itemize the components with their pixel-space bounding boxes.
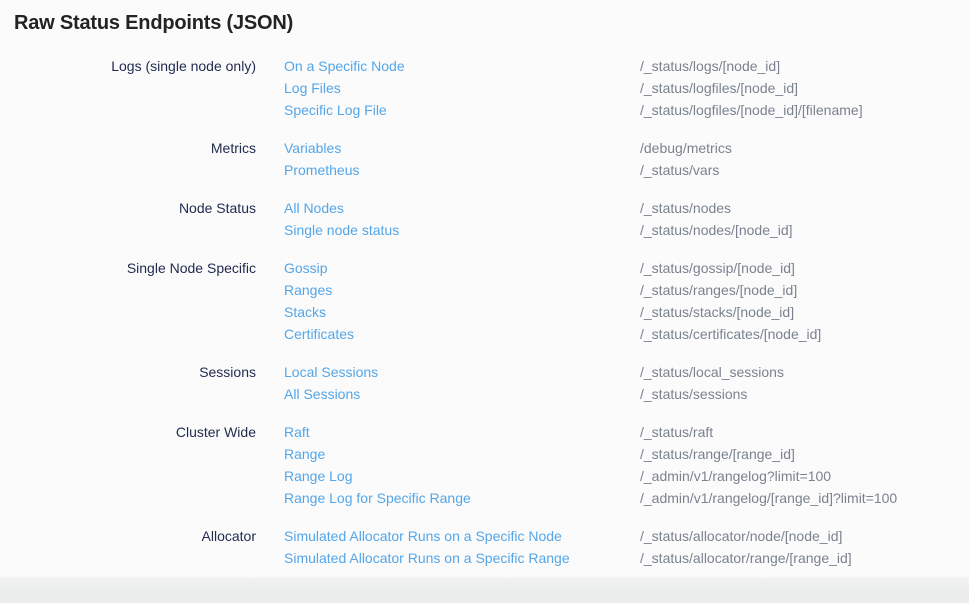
page-title: Raw Status Endpoints (JSON) bbox=[14, 12, 293, 35]
endpoint-path: /_admin/v1/rangelog?limit=100 bbox=[640, 465, 969, 487]
endpoint-link-row: Local Sessions bbox=[284, 361, 640, 383]
section-paths-column: /debug/metrics/_status/vars bbox=[640, 137, 969, 181]
section-paths-column: /_status/raft/_status/range/[range_id]/_… bbox=[640, 421, 969, 509]
section-paths-column: /_status/gossip/[node_id]/_status/ranges… bbox=[640, 257, 969, 345]
endpoint-link[interactable]: Prometheus bbox=[284, 162, 359, 178]
section-category-label: Node Status bbox=[0, 197, 256, 219]
section-links-column: Local Sessions All Sessions bbox=[284, 361, 640, 405]
endpoint-link[interactable]: Gossip bbox=[284, 260, 328, 276]
endpoint-link-row: Variables bbox=[284, 137, 640, 159]
endpoint-link-row: Range bbox=[284, 443, 640, 465]
endpoint-link[interactable]: All Nodes bbox=[284, 200, 344, 216]
endpoint-section: Metrics Variables Prometheus /debug/metri… bbox=[0, 137, 969, 181]
endpoint-path: /_status/allocator/range/[range_id] bbox=[640, 547, 969, 569]
endpoint-link[interactable]: Specific Log File bbox=[284, 102, 387, 118]
endpoint-path: /_admin/v1/rangelog/[range_id]?limit=100 bbox=[640, 487, 969, 509]
endpoint-link-row: Range Log bbox=[284, 465, 640, 487]
endpoint-path: /_status/stacks/[node_id] bbox=[640, 301, 969, 323]
endpoint-path: /_status/allocator/node/[node_id] bbox=[640, 525, 969, 547]
section-links-column: Variables Prometheus bbox=[284, 137, 640, 181]
footer-strip bbox=[0, 577, 969, 603]
endpoint-link-row: Simulated Allocator Runs on a Specific R… bbox=[284, 547, 640, 569]
endpoint-section: Allocator Simulated Allocator Runs on a … bbox=[0, 525, 969, 569]
endpoint-link[interactable]: Range Log for Specific Range bbox=[284, 490, 471, 506]
endpoint-link-row: Stacks bbox=[284, 301, 640, 323]
section-category-label: Allocator bbox=[0, 525, 256, 547]
endpoint-path: /_status/raft bbox=[640, 421, 969, 443]
endpoint-link-row: On a Specific Node bbox=[284, 55, 640, 77]
endpoint-link-row: Log Files bbox=[284, 77, 640, 99]
endpoint-path: /_status/sessions bbox=[640, 383, 969, 405]
section-category-label: Sessions bbox=[0, 361, 256, 383]
section-category-label: Logs (single node only) bbox=[0, 55, 256, 77]
endpoint-section: Node Status All NodesSingle node status … bbox=[0, 197, 969, 241]
endpoint-path: /_status/nodes/[node_id] bbox=[640, 219, 969, 241]
endpoint-link[interactable]: All Sessions bbox=[284, 386, 360, 402]
endpoint-link-row: Prometheus bbox=[284, 159, 640, 181]
endpoint-link[interactable]: Single node status bbox=[284, 222, 399, 238]
section-category-label: Single Node Specific bbox=[0, 257, 256, 279]
endpoint-section: Logs (single node only) On a Specific No… bbox=[0, 55, 969, 121]
page: Raw Status Endpoints (JSON) Logs (single… bbox=[0, 0, 969, 603]
section-links-column: All Nodes Single node status bbox=[284, 197, 640, 241]
section-links-column: Gossip Ranges Stacks Certificates bbox=[284, 257, 640, 345]
endpoints-table: Logs (single node only) On a Specific No… bbox=[0, 55, 969, 585]
endpoint-path: /_status/logs/[node_id] bbox=[640, 55, 969, 77]
endpoint-path: /_status/nodes bbox=[640, 197, 969, 219]
endpoint-link-row: Range Log for Specific Range bbox=[284, 487, 640, 509]
endpoint-link[interactable]: Variables bbox=[284, 140, 341, 156]
endpoint-path: /_status/range/[range_id] bbox=[640, 443, 969, 465]
endpoint-link-row: Specific Log File bbox=[284, 99, 640, 121]
endpoint-link-row: Gossip bbox=[284, 257, 640, 279]
section-paths-column: /_status/nodes/_status/nodes/[node_id] bbox=[640, 197, 969, 241]
section-links-column: On a Specific Node Log Files Specific Log … bbox=[284, 55, 640, 121]
endpoint-section: Single Node Specific Gossip Ranges Stacks C… bbox=[0, 257, 969, 345]
section-links-column: Simulated Allocator Runs on a Specific N… bbox=[284, 525, 640, 569]
endpoint-path: /_status/logfiles/[node_id] bbox=[640, 77, 969, 99]
endpoint-path: /_status/ranges/[node_id] bbox=[640, 279, 969, 301]
endpoint-link[interactable]: Ranges bbox=[284, 282, 332, 298]
endpoint-link[interactable]: Log Files bbox=[284, 80, 341, 96]
endpoint-link[interactable]: Simulated Allocator Runs on a Specific R… bbox=[284, 550, 570, 566]
endpoint-link[interactable]: Range Log bbox=[284, 468, 353, 484]
endpoint-link-row: Raft bbox=[284, 421, 640, 443]
endpoint-link[interactable]: Local Sessions bbox=[284, 364, 378, 380]
endpoint-path: /_status/local_sessions bbox=[640, 361, 969, 383]
endpoint-link[interactable]: Raft bbox=[284, 424, 310, 440]
endpoint-link[interactable]: Certificates bbox=[284, 326, 354, 342]
endpoint-link-row: Simulated Allocator Runs on a Specific N… bbox=[284, 525, 640, 547]
section-category-label: Cluster Wide bbox=[0, 421, 256, 443]
endpoint-path: /_status/gossip/[node_id] bbox=[640, 257, 969, 279]
section-paths-column: /_status/allocator/node/[node_id]/_statu… bbox=[640, 525, 969, 569]
endpoint-path: /_status/vars bbox=[640, 159, 969, 181]
endpoint-section: Cluster Wide Raft Range Range Log Range Log… bbox=[0, 421, 969, 509]
endpoint-link-row: Single node status bbox=[284, 219, 640, 241]
endpoint-link-row: All Sessions bbox=[284, 383, 640, 405]
section-links-column: Raft Range Range Log Range Log for Specific… bbox=[284, 421, 640, 509]
section-paths-column: /_status/logs/[node_id]/_status/logfiles… bbox=[640, 55, 969, 121]
endpoint-link[interactable]: On a Specific Node bbox=[284, 58, 405, 74]
section-category-label: Metrics bbox=[0, 137, 256, 159]
endpoint-path: /debug/metrics bbox=[640, 137, 969, 159]
endpoint-path: /_status/logfiles/[node_id]/[filename] bbox=[640, 99, 969, 121]
section-paths-column: /_status/local_sessions/_status/sessions bbox=[640, 361, 969, 405]
endpoint-link-row: Certificates bbox=[284, 323, 640, 345]
endpoint-link[interactable]: Simulated Allocator Runs on a Specific N… bbox=[284, 528, 562, 544]
endpoint-section: Sessions Local Sessions All Sessions /_st… bbox=[0, 361, 969, 405]
endpoint-link-row: Ranges bbox=[284, 279, 640, 301]
endpoint-link[interactable]: Range bbox=[284, 446, 325, 462]
endpoint-path: /_status/certificates/[node_id] bbox=[640, 323, 969, 345]
endpoint-link[interactable]: Stacks bbox=[284, 304, 326, 320]
endpoint-link-row: All Nodes bbox=[284, 197, 640, 219]
